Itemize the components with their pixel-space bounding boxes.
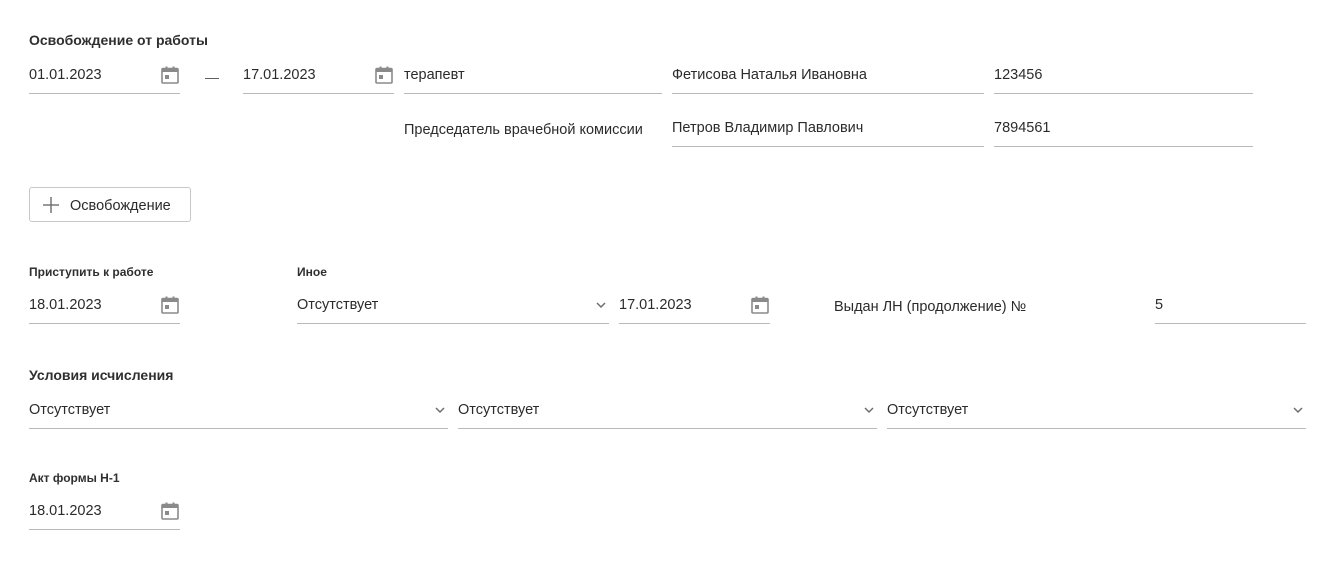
release-date-to-value: 17.01.2023 [243, 67, 316, 83]
calendar-icon[interactable] [160, 501, 180, 521]
commission-id-field[interactable]: 7894561 [994, 111, 1253, 147]
calc-condition-select-2-value: Отсутствует [458, 402, 540, 418]
specialty-value: терапевт [404, 67, 465, 83]
release-date-to-field[interactable]: 17.01.2023 [243, 58, 394, 94]
plus-icon [43, 197, 59, 213]
release-section-title: Освобождение от работы [29, 32, 208, 48]
calendar-icon[interactable] [374, 65, 394, 85]
doctor-id-field[interactable]: 123456 [994, 58, 1253, 94]
act-n1-date-field[interactable]: 18.01.2023 [29, 494, 180, 530]
return-to-work-title: Приступить к работе [29, 265, 154, 279]
calc-condition-select-3-value: Отсутствует [887, 402, 969, 418]
chevron-down-icon [1293, 407, 1303, 414]
commission-id-value: 7894561 [994, 120, 1051, 136]
chevron-down-icon [596, 302, 606, 309]
other-select-value: Отсутствует [297, 297, 379, 313]
ln-continuation-label: Выдан ЛН (продолжение) № [834, 299, 1027, 315]
calc-condition-select-1-value: Отсутствует [29, 402, 111, 418]
calc-condition-select-1[interactable]: Отсутствует [29, 393, 448, 429]
doctor-id-value: 123456 [994, 67, 1043, 83]
calc-condition-select-2[interactable]: Отсутствует [458, 393, 877, 429]
chevron-down-icon [435, 407, 445, 414]
release-date-from-field[interactable]: 01.01.2023 [29, 58, 180, 94]
specialty-field[interactable]: терапевт [404, 58, 662, 94]
act-n1-date-value: 18.01.2023 [29, 503, 102, 519]
act-n1-title: Акт формы Н-1 [29, 471, 120, 485]
other-select[interactable]: Отсутствует [297, 288, 609, 324]
commission-name-value: Петров Владимир Павлович [672, 120, 864, 136]
release-date-from-value: 01.01.2023 [29, 67, 102, 83]
commission-chair-label: Председатель врачебной комиссии [404, 122, 643, 138]
calendar-icon[interactable] [160, 295, 180, 315]
ln-number-value: 5 [1155, 297, 1164, 313]
date-range-dash: — [205, 69, 219, 85]
calendar-icon[interactable] [160, 65, 180, 85]
ln-number-field[interactable]: 5 [1155, 288, 1306, 324]
other-date-value: 17.01.2023 [619, 297, 692, 313]
doctor-name-value: Фетисова Наталья Ивановна [672, 67, 867, 83]
chevron-down-icon [864, 407, 874, 414]
doctor-name-field[interactable]: Фетисова Наталья Ивановна [672, 58, 984, 94]
calendar-icon[interactable] [750, 295, 770, 315]
add-release-button-label: Освобождение [70, 198, 171, 214]
return-to-work-date-value: 18.01.2023 [29, 297, 102, 313]
other-date-field[interactable]: 17.01.2023 [619, 288, 770, 324]
other-title: Иное [297, 265, 327, 279]
calc-conditions-title: Условия исчисления [29, 367, 174, 383]
calc-condition-select-3[interactable]: Отсутствует [887, 393, 1306, 429]
commission-name-field[interactable]: Петров Владимир Павлович [672, 111, 984, 147]
add-release-button[interactable]: Освобождение [29, 187, 191, 222]
return-to-work-date-field[interactable]: 18.01.2023 [29, 288, 180, 324]
